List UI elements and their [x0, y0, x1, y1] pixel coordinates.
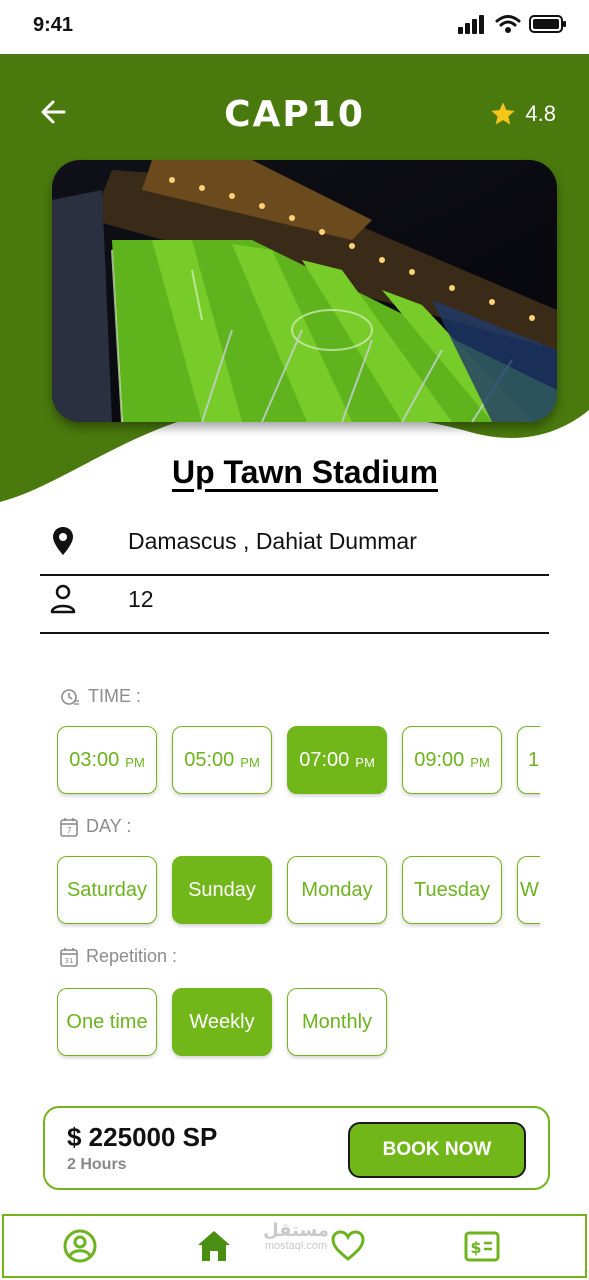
- status-bar: 9:41: [0, 0, 589, 54]
- watermark-arabic: مستقل: [263, 1220, 329, 1240]
- repetition-section-label: 31 Repetition :: [60, 946, 177, 967]
- day-section-label: 7 DAY :: [60, 816, 131, 837]
- day-option-selected[interactable]: Sunday: [172, 856, 272, 924]
- time-label: TIME :: [88, 686, 141, 706]
- time-period: PM: [125, 754, 145, 770]
- time-value: 09:00: [414, 748, 465, 771]
- status-time: 9:41: [33, 14, 74, 36]
- home-icon: [198, 1231, 230, 1261]
- time-option[interactable]: 1: [517, 726, 540, 794]
- status-icons: [457, 14, 567, 34]
- location-pin-icon: [53, 527, 73, 555]
- repetition-option[interactable]: One time: [57, 988, 157, 1056]
- person-icon: [50, 584, 76, 614]
- repetition-option[interactable]: Monthly: [287, 988, 387, 1056]
- booking-panel: $ 225000 SP 2 Hours BOOK NOW: [43, 1106, 550, 1190]
- watermark: مستقل mostaql.com: [258, 1220, 334, 1253]
- time-option-selected[interactable]: 07:00 PM: [287, 726, 387, 794]
- price-text: $ 225000 SP: [67, 1122, 218, 1152]
- wifi-icon: [495, 15, 521, 33]
- time-value: 07:00: [299, 748, 350, 771]
- star-icon: [491, 102, 516, 125]
- clock-icon: [61, 688, 79, 705]
- rating-value: 4.8: [525, 101, 556, 126]
- time-option[interactable]: 03:00 PM: [57, 726, 157, 794]
- heart-icon: [331, 1230, 365, 1261]
- location-text: Damascus , Dahiat Dummar: [128, 528, 417, 554]
- tab-home[interactable]: [196, 1228, 232, 1264]
- capacity-text: 12: [128, 586, 154, 612]
- time-option[interactable]: 09:00 PM: [402, 726, 502, 794]
- calendar-repeat-icon: 31: [60, 947, 78, 967]
- day-text: Sunday: [188, 878, 256, 901]
- cellular-signal-icon: [458, 15, 484, 34]
- time-section-label: TIME :: [60, 686, 141, 707]
- location-row: Damascus , Dahiat Dummar: [40, 518, 549, 576]
- day-option[interactable]: Monday: [287, 856, 387, 924]
- time-period: PM: [355, 754, 375, 770]
- day-option[interactable]: Tuesday: [402, 856, 502, 924]
- capacity-row: 12: [40, 576, 549, 634]
- svg-text:$: $: [470, 1238, 481, 1257]
- battery-icon: [529, 15, 566, 33]
- tab-favorites[interactable]: [330, 1228, 366, 1264]
- day-text: Saturday: [66, 878, 148, 901]
- time-period: PM: [240, 754, 260, 770]
- rating: 4.8: [489, 100, 556, 128]
- time-value: 05:00: [184, 748, 235, 771]
- svg-text:7: 7: [66, 826, 71, 835]
- profile-icon: [63, 1229, 97, 1263]
- stadium-photo: [52, 160, 557, 422]
- time-value: 03:00: [69, 748, 120, 771]
- stadium-name: Up Tawn Stadium: [171, 454, 439, 490]
- book-now-button[interactable]: BOOK NOW: [348, 1122, 526, 1178]
- time-option[interactable]: 05:00 PM: [172, 726, 272, 794]
- payment-receipt-icon: $: [464, 1231, 500, 1262]
- repetition-options: One time Weekly Monthly: [57, 988, 540, 1060]
- tab-profile[interactable]: [62, 1228, 98, 1264]
- day-text: Tuesday: [414, 878, 490, 901]
- svg-text:31: 31: [65, 957, 74, 965]
- repetition-text: Monthly: [301, 1010, 373, 1033]
- repetition-option-selected[interactable]: Weekly: [172, 988, 272, 1056]
- repetition-text: One time: [66, 1010, 148, 1033]
- time-options: 03:00 PM 05:00 PM 07:00 PM 09:00 PM 1: [57, 726, 540, 798]
- watermark-latin: mostaql.com: [264, 1240, 328, 1252]
- time-value: 1: [528, 748, 540, 771]
- day-label: DAY :: [86, 816, 132, 836]
- duration-text: 2 Hours: [67, 1156, 127, 1173]
- tab-payments[interactable]: $: [464, 1228, 500, 1264]
- day-option[interactable]: W: [517, 856, 540, 924]
- day-text: Monday: [301, 878, 373, 901]
- day-options: Saturday Sunday Monday Tuesday W: [57, 856, 540, 928]
- calendar-icon: 7: [60, 817, 78, 837]
- repetition-text: Weekly: [189, 1010, 255, 1033]
- day-option[interactable]: Saturday: [57, 856, 157, 924]
- day-text: W: [520, 878, 539, 901]
- repetition-label: Repetition :: [86, 946, 178, 966]
- time-period: PM: [470, 754, 490, 770]
